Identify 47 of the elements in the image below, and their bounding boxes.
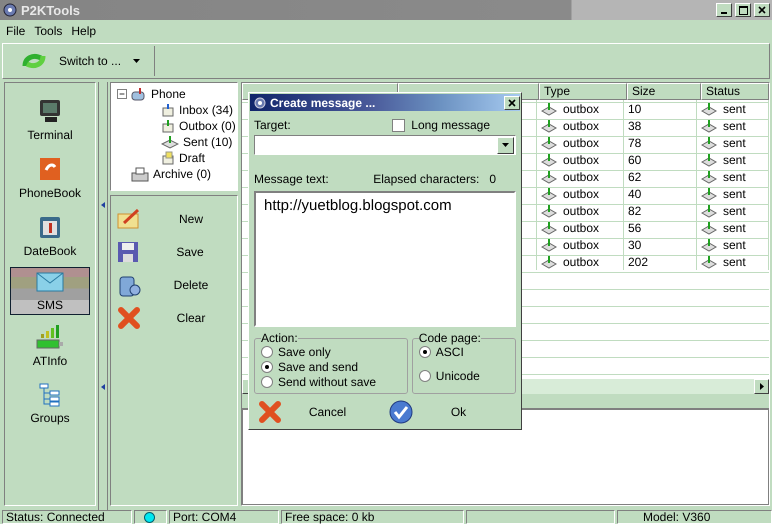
table-cell: sent: [723, 204, 746, 218]
table-cell: 60: [628, 152, 642, 166]
checkbox-label: Long message: [411, 118, 490, 132]
table-cell: outbox: [563, 204, 600, 218]
radio-label: Save and send: [278, 360, 358, 374]
table-cell: sent: [723, 170, 746, 184]
radio-label: Save only: [278, 345, 331, 359]
table-cell: outbox: [563, 102, 600, 116]
radio-label: Send without save: [278, 375, 376, 389]
window-title: P2KTools: [21, 2, 81, 18]
table-cell: sent: [723, 136, 746, 150]
table-cell: sent: [723, 186, 746, 200]
table-cell: 38: [628, 118, 642, 132]
table-cell: outbox: [563, 186, 600, 200]
table-cell: sent: [723, 152, 746, 166]
table-cell: 78: [628, 136, 642, 150]
table-cell: outbox: [563, 136, 600, 150]
status-text: Port: COM4: [173, 511, 236, 523]
radio-label: ASCI: [436, 345, 464, 359]
status-text: Status: Connected: [6, 511, 105, 523]
table-cell: outbox: [563, 152, 600, 166]
status-text: Model: V360: [643, 511, 712, 523]
table-cell: sent: [723, 220, 746, 234]
table-cell: 82: [628, 204, 642, 218]
table-cell: 10: [628, 102, 642, 116]
group-legend: Action:: [261, 331, 298, 345]
table-cell: 40: [628, 186, 642, 200]
table-cell: outbox: [563, 170, 600, 184]
field-label: Target:: [254, 118, 291, 132]
table-cell: outbox: [563, 238, 600, 252]
table-cell: sent: [723, 118, 746, 132]
table-cell: outbox: [563, 254, 600, 268]
table-cell: sent: [723, 254, 746, 268]
table-cell: outbox: [563, 220, 600, 234]
group-legend: Code page:: [418, 331, 481, 345]
dialog-title: Create message ...: [270, 96, 376, 110]
status-text: Free space: 0 kb: [285, 511, 374, 523]
table-cell: 56: [628, 220, 642, 234]
table-cell: outbox: [563, 118, 600, 132]
radio-label: Unicode: [436, 369, 480, 383]
field-label: Message text:: [254, 172, 329, 186]
table-cell: 30: [628, 238, 642, 252]
table-cell: sent: [723, 238, 746, 252]
table-cell: sent: [723, 102, 746, 116]
table-cell: 202: [628, 254, 648, 268]
character-count: Elapsed characters: 0: [373, 172, 496, 186]
table-cell: 62: [628, 170, 642, 184]
